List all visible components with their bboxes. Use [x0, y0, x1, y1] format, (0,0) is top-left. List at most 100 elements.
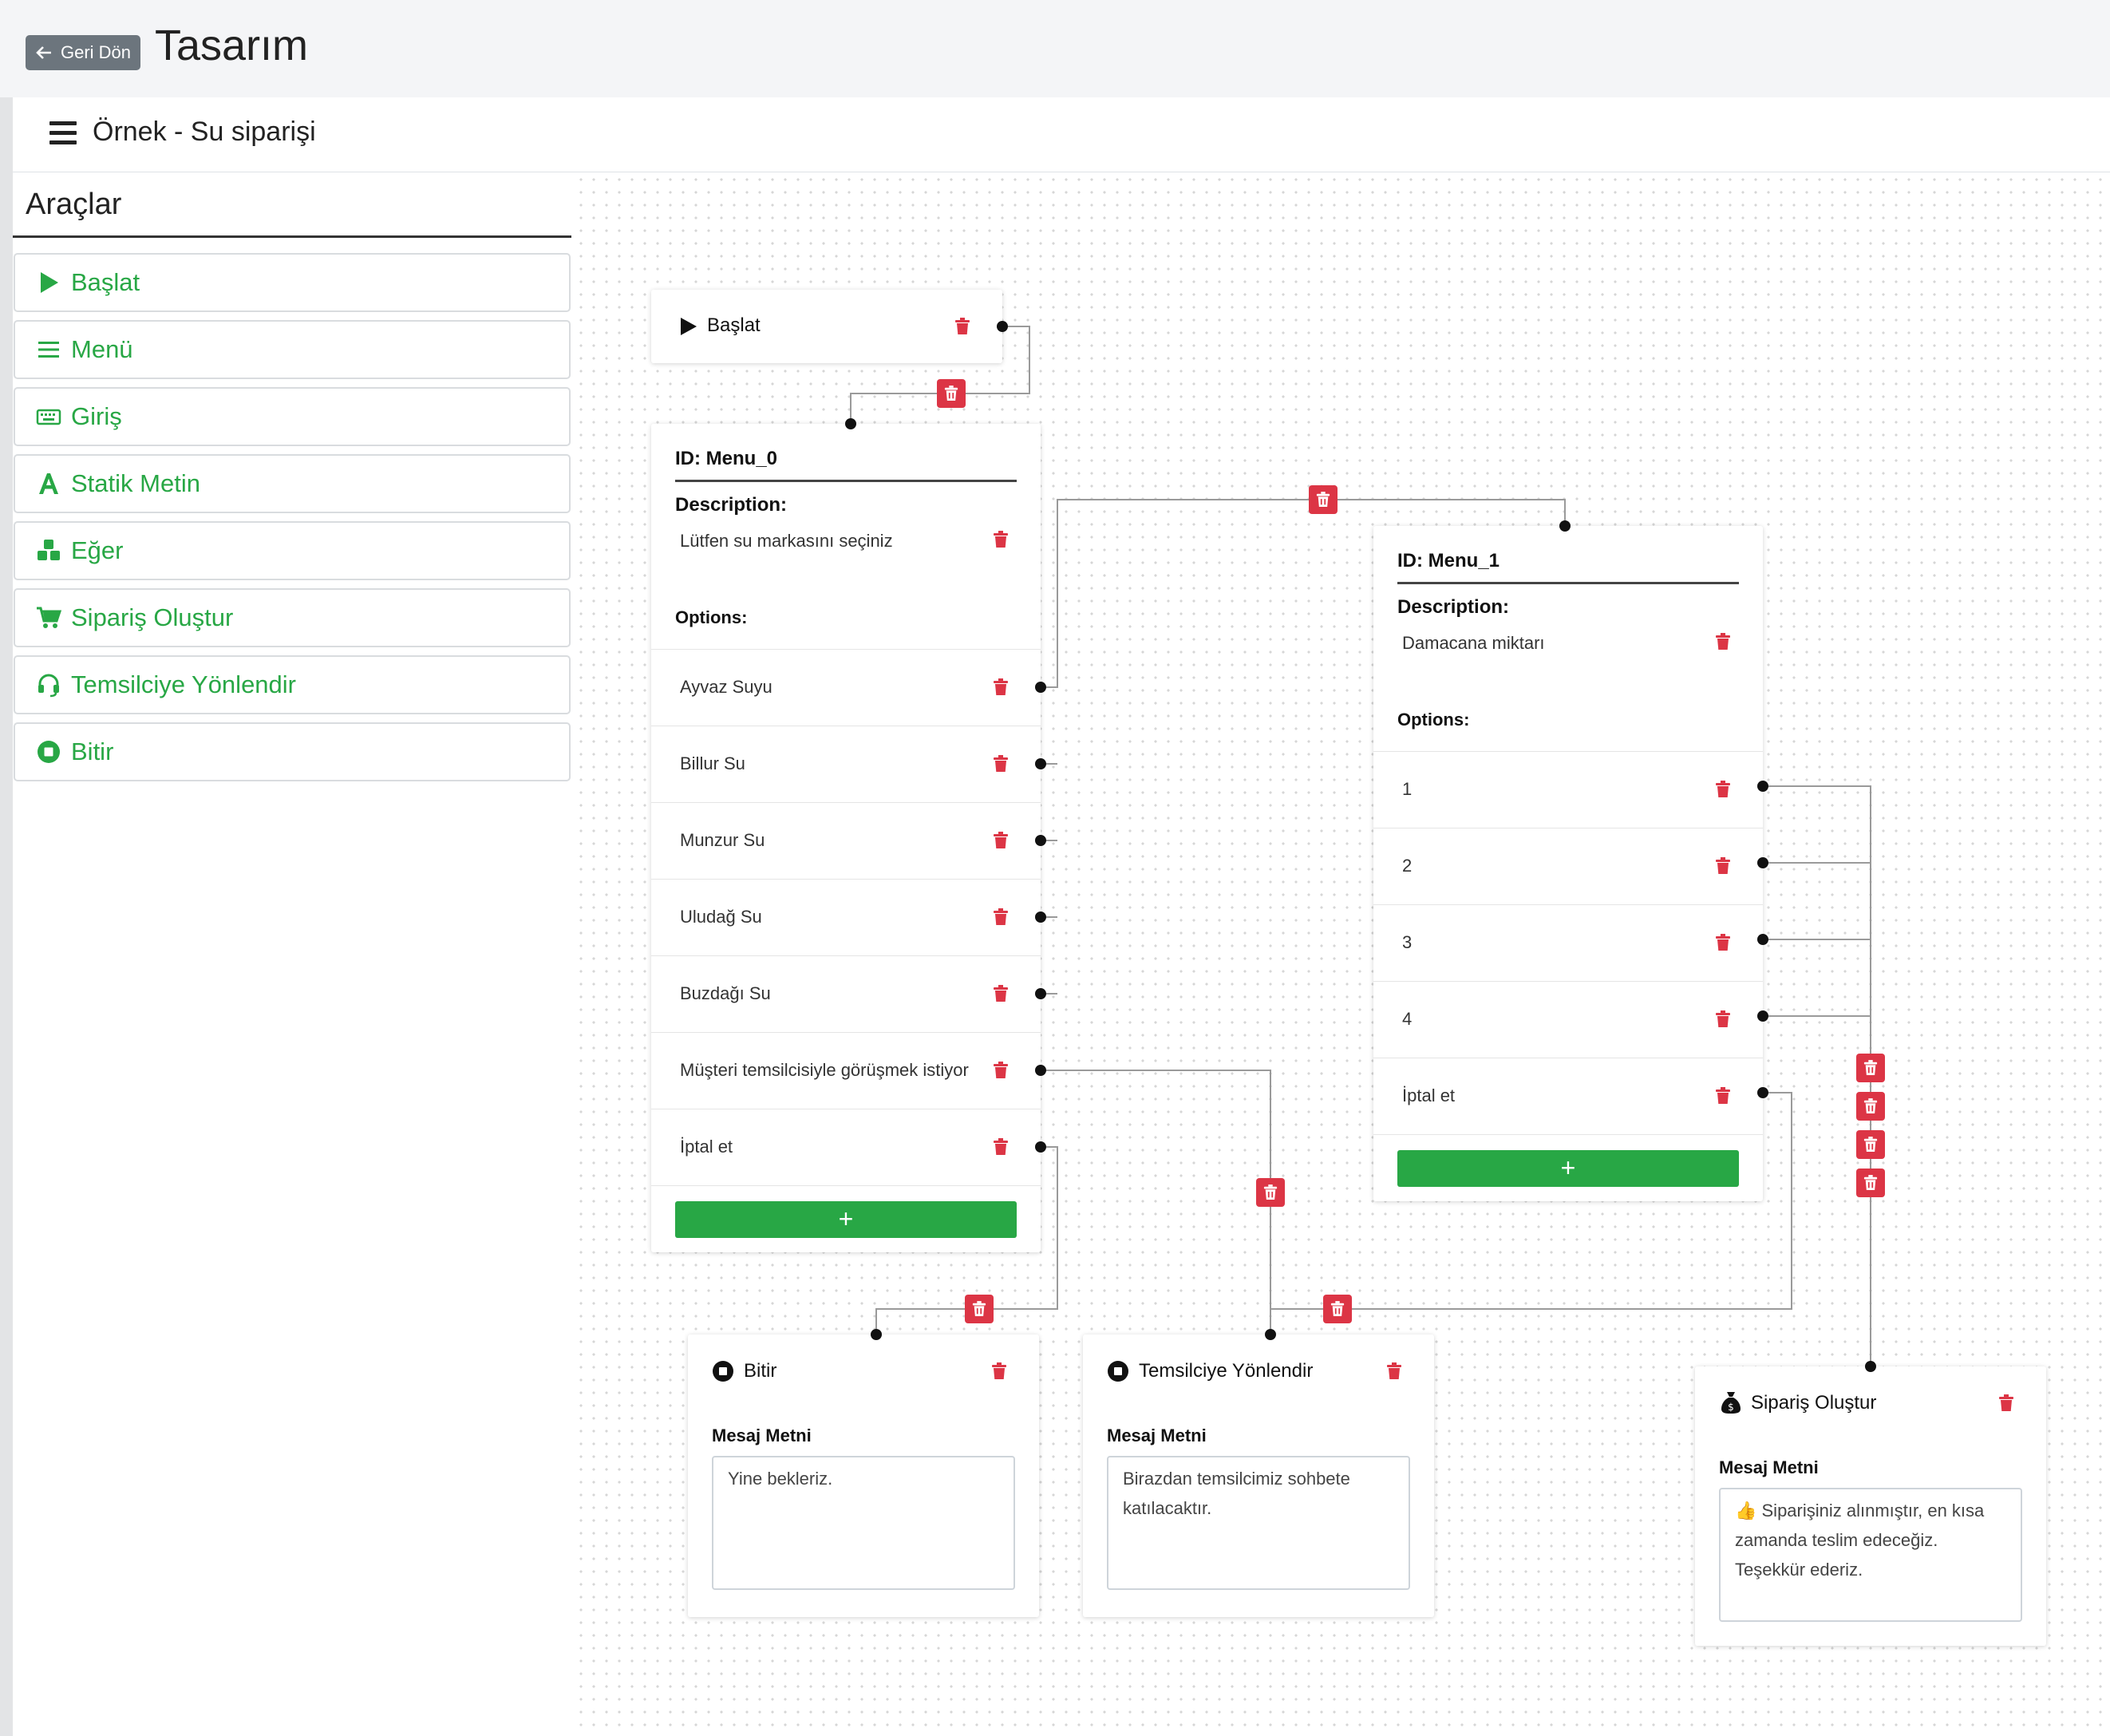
option-row[interactable]: Ayvaz Suyu [651, 649, 1041, 726]
message-textarea[interactable]: Yine bekleriz. [712, 1456, 1015, 1590]
delete-icon[interactable] [993, 985, 1009, 1002]
node-title: Temsilciye Yönlendir [1139, 1360, 1314, 1382]
tool-create-order[interactable]: Sipariş Oluştur [14, 588, 571, 647]
option-label: Billur Su [680, 753, 745, 773]
tool-label: Statik Metin [71, 469, 200, 497]
delete-icon[interactable] [1715, 1010, 1731, 1028]
back-button[interactable]: Geri Dön [26, 35, 140, 70]
play-icon [681, 318, 697, 335]
connection-delete-button[interactable] [1856, 1130, 1885, 1159]
delete-icon[interactable] [1715, 857, 1731, 875]
message-textarea[interactable]: 👍 Siparişiniz alınmıştır, en kısa zamand… [1719, 1488, 2022, 1622]
delete-icon[interactable] [993, 678, 1009, 696]
output-port[interactable] [1757, 1010, 1768, 1022]
option-row[interactable]: 3 [1373, 904, 1763, 981]
output-port[interactable] [1035, 835, 1046, 846]
arrow-left-icon [36, 46, 51, 59]
tool-condition[interactable]: Eğer [14, 521, 571, 580]
add-option-button[interactable]: + [1397, 1150, 1739, 1187]
connection-delete-button[interactable] [1323, 1295, 1352, 1323]
output-port[interactable] [1035, 988, 1046, 999]
delete-icon[interactable] [993, 755, 1009, 773]
delete-icon[interactable] [954, 318, 970, 335]
message-label: Mesaj Metni [712, 1426, 812, 1445]
input-port[interactable] [1265, 1329, 1276, 1340]
menu-node[interactable]: ID: Menu_1 Description: Damacana miktarı… [1373, 526, 1763, 1201]
output-port[interactable] [1035, 1141, 1046, 1153]
input-port[interactable] [845, 418, 856, 429]
flow-canvas[interactable]: Başlat ID: Menu_0 Description: Lütfen su… [575, 173, 2110, 1736]
tool-label: Menü [71, 335, 133, 363]
delete-icon[interactable] [993, 531, 1009, 548]
description-text[interactable]: Lütfen su markasını seçiniz [680, 531, 893, 552]
output-port[interactable] [997, 321, 1008, 332]
delete-icon[interactable] [1998, 1394, 2014, 1412]
output-port[interactable] [1757, 1087, 1768, 1098]
delete-icon[interactable] [1715, 1087, 1731, 1105]
message-textarea[interactable]: Birazdan temsilcimiz sohbete katılacaktı… [1107, 1456, 1410, 1590]
delete-icon[interactable] [991, 1362, 1007, 1380]
tool-agent-redirect[interactable]: Temsilciye Yönlendir [14, 655, 571, 714]
option-row[interactable]: Munzur Su [651, 802, 1041, 879]
output-port[interactable] [1757, 857, 1768, 868]
hamburger-menu-icon[interactable] [49, 121, 77, 145]
agent-redirect-node[interactable]: Temsilciye Yönlendir Mesaj Metni Birazda… [1083, 1335, 1434, 1617]
output-port[interactable] [1757, 934, 1768, 945]
tool-static-text[interactable]: Statik Metin [14, 454, 571, 513]
input-port[interactable] [1865, 1361, 1876, 1372]
output-port[interactable] [1757, 781, 1768, 792]
output-port[interactable] [1035, 682, 1046, 693]
description-label: Description: [1397, 596, 1510, 618]
option-row[interactable]: 2 [1373, 828, 1763, 904]
workflow-header: Örnek - Su siparişi [13, 97, 2110, 172]
start-node[interactable]: Başlat [651, 290, 1002, 363]
output-port[interactable] [1035, 1065, 1046, 1076]
delete-icon[interactable] [993, 908, 1009, 926]
connection-delete-button[interactable] [1856, 1054, 1885, 1082]
option-label: 3 [1402, 932, 1413, 952]
connection-delete-button[interactable] [1856, 1092, 1885, 1121]
output-port[interactable] [1035, 911, 1046, 923]
option-row[interactable]: Müşteri temsilcisiyle görüşmek istiyor [651, 1032, 1041, 1109]
option-row[interactable]: Buzdağı Su [651, 955, 1041, 1032]
designer-app: Örnek - Su siparişi Araçlar Başlat Menü … [13, 97, 2110, 1736]
cubes-icon [38, 540, 60, 560]
end-node[interactable]: Bitir Mesaj Metni Yine bekleriz. [688, 1335, 1039, 1617]
delete-icon[interactable] [1715, 934, 1731, 951]
node-id: ID: Menu_0 [675, 448, 778, 469]
connection-delete-button[interactable] [1856, 1169, 1885, 1197]
option-row[interactable]: 1 [1373, 751, 1763, 828]
option-row[interactable]: İptal et [1373, 1058, 1763, 1134]
option-label: 2 [1402, 856, 1413, 876]
description-text[interactable]: Damacana miktarı [1402, 633, 1545, 654]
connection-delete-button[interactable] [1309, 485, 1338, 514]
delete-icon[interactable] [1386, 1362, 1402, 1380]
delete-icon[interactable] [1715, 633, 1731, 651]
connection-delete-button[interactable] [965, 1295, 994, 1323]
tool-input[interactable]: Giriş [14, 387, 571, 446]
connection-delete-button[interactable] [937, 379, 966, 408]
create-order-node[interactable]: $ Sipariş Oluştur Mesaj Metni 👍 Siparişi… [1695, 1366, 2046, 1646]
top-bar: Geri Dön Tasarım [0, 0, 2110, 97]
tool-menu[interactable]: Menü [14, 320, 571, 379]
delete-icon[interactable] [993, 1138, 1009, 1156]
input-port[interactable] [1559, 520, 1571, 532]
letter-a-icon [39, 473, 58, 494]
money-bag-icon: $ [1721, 1392, 1741, 1414]
stop-circle-icon [713, 1361, 733, 1382]
option-row[interactable]: İptal et [651, 1109, 1041, 1185]
delete-icon[interactable] [993, 832, 1009, 849]
add-option-button[interactable]: + [675, 1201, 1017, 1238]
menu-node[interactable]: ID: Menu_0 Description: Lütfen su markas… [651, 424, 1041, 1252]
connection-delete-button[interactable] [1256, 1178, 1285, 1207]
delete-icon[interactable] [1715, 781, 1731, 798]
tool-start[interactable]: Başlat [14, 253, 571, 312]
delete-icon[interactable] [993, 1062, 1009, 1079]
input-port[interactable] [871, 1329, 882, 1340]
output-port[interactable] [1035, 758, 1046, 769]
option-row[interactable]: Billur Su [651, 726, 1041, 802]
option-row[interactable]: Uludağ Su [651, 879, 1041, 955]
tool-end[interactable]: Bitir [14, 722, 571, 781]
workflow-name: Örnek - Su siparişi [93, 117, 316, 147]
option-row[interactable]: 4 [1373, 981, 1763, 1058]
